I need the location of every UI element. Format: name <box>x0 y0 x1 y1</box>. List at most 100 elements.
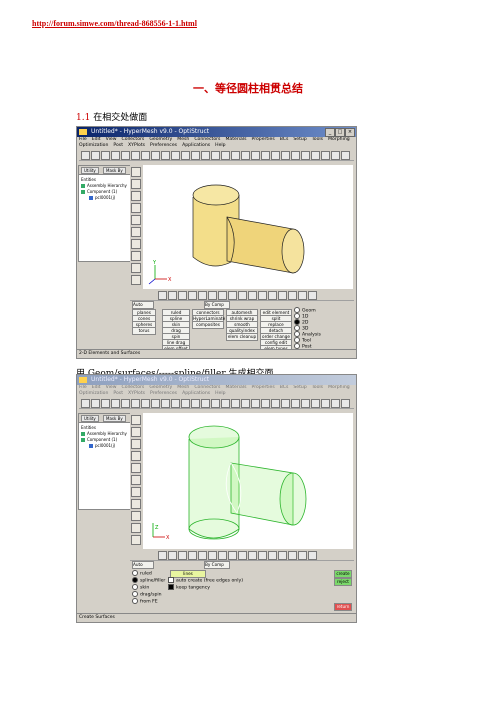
toolbar-button-icon[interactable] <box>218 551 227 560</box>
toolbar-button-icon[interactable] <box>101 151 110 160</box>
toolbar-button-icon[interactable] <box>141 151 150 160</box>
by-comp-dropdown[interactable]: By Comp <box>204 561 230 569</box>
toolbar-button-icon[interactable] <box>101 399 110 408</box>
toolbar-button-icon[interactable] <box>308 291 317 300</box>
toolbar-button-icon[interactable] <box>198 291 207 300</box>
radio[interactable] <box>132 570 138 576</box>
toolbar-button-icon[interactable] <box>228 291 237 300</box>
toolbar-button-icon[interactable] <box>168 551 177 560</box>
toolbar-button-icon[interactable] <box>281 151 290 160</box>
create-button[interactable]: create <box>334 570 352 578</box>
view-icon[interactable] <box>131 251 141 261</box>
menu-item[interactable]: Help <box>215 143 225 148</box>
toolbar-button-icon[interactable] <box>241 151 250 160</box>
view-icon[interactable] <box>131 523 141 533</box>
view-icon[interactable] <box>131 451 141 461</box>
view-icon[interactable] <box>131 215 141 225</box>
toolbar-button-icon[interactable] <box>291 399 300 408</box>
toolbar-button-icon[interactable] <box>161 399 170 408</box>
toolbar-button-icon[interactable] <box>208 551 217 560</box>
source-url[interactable]: http://forum.simwe.com/thread-868556-1-1… <box>32 19 197 28</box>
menu-item[interactable]: File <box>79 137 87 142</box>
menu-item[interactable]: Morphing <box>328 385 350 390</box>
toolbar-button-icon[interactable] <box>311 399 320 408</box>
toolbar-button-icon[interactable] <box>298 551 307 560</box>
view-icon[interactable] <box>131 487 141 497</box>
toolbar-button-icon[interactable] <box>151 399 160 408</box>
toolbar-button-icon[interactable] <box>121 151 130 160</box>
reject-button[interactable]: reject <box>334 578 352 586</box>
toolbar-button-icon[interactable] <box>91 151 100 160</box>
view-icon[interactable] <box>131 275 141 285</box>
toolbar-button-icon[interactable] <box>208 291 217 300</box>
toolbar-button-icon[interactable] <box>171 151 180 160</box>
menu-item[interactable]: Preferences <box>150 143 177 148</box>
close-icon[interactable]: × <box>345 128 355 137</box>
toolbar-button-icon[interactable] <box>261 399 270 408</box>
toolbar-button-icon[interactable] <box>331 399 340 408</box>
menu-item[interactable]: Collectors <box>122 137 145 142</box>
toolbar-button-icon[interactable] <box>81 399 90 408</box>
view-icon[interactable] <box>131 167 141 177</box>
toolbar-button-icon[interactable] <box>211 151 220 160</box>
panel-button-elem-cleanup[interactable]: elem cleanup <box>226 333 258 341</box>
menu-item[interactable]: Collectors <box>122 385 145 390</box>
toolbar-button-icon[interactable] <box>131 151 140 160</box>
view-icon[interactable] <box>131 227 141 237</box>
auto-dropdown[interactable]: Auto <box>132 301 154 309</box>
view-icon[interactable] <box>131 499 141 509</box>
toolbar-button-icon[interactable] <box>158 291 167 300</box>
toolbar-button-icon[interactable] <box>271 399 280 408</box>
toolbar-button-icon[interactable] <box>161 151 170 160</box>
toolbar-button-icon[interactable] <box>278 551 287 560</box>
view-icon[interactable] <box>131 415 141 425</box>
graphics-viewport[interactable]: Z X <box>143 413 353 549</box>
toolbar-button-icon[interactable] <box>91 399 100 408</box>
menu-item[interactable]: XYPlots <box>128 143 145 148</box>
menu-item[interactable]: Tools <box>312 385 323 390</box>
toolbar-button-icon[interactable] <box>301 399 310 408</box>
menu-item[interactable]: XYPlots <box>128 391 145 396</box>
menu-item[interactable]: BCs <box>280 385 289 390</box>
toolbar-button-icon[interactable] <box>238 291 247 300</box>
toolbar-button-icon[interactable] <box>221 399 230 408</box>
toolbar-button-icon[interactable] <box>248 551 257 560</box>
toolbar-button-icon[interactable] <box>158 551 167 560</box>
menu-item[interactable]: Help <box>215 391 225 396</box>
toolbar-button-icon[interactable] <box>181 151 190 160</box>
toolbar-button-icon[interactable] <box>251 399 260 408</box>
menu-item[interactable]: Properties <box>252 137 275 142</box>
menu-item[interactable]: Optimization <box>79 143 108 148</box>
toolbar-button-icon[interactable] <box>181 399 190 408</box>
toolbar-button-icon[interactable] <box>141 399 150 408</box>
toolbar-button-icon[interactable] <box>198 551 207 560</box>
tree-item-part[interactable]: pcl0001(j) <box>81 443 129 449</box>
menu-item[interactable]: BCs <box>280 137 289 142</box>
tab-mask-by[interactable]: Mask By <box>103 167 126 174</box>
toolbar-button-icon[interactable] <box>131 399 140 408</box>
toolbar-button-icon[interactable] <box>191 399 200 408</box>
view-icon[interactable] <box>131 511 141 521</box>
panel-button-composites[interactable]: composites <box>192 321 224 329</box>
toolbar-button-icon[interactable] <box>288 291 297 300</box>
graphics-viewport[interactable]: Y X <box>143 165 353 289</box>
menu-item[interactable]: Setup <box>293 137 306 142</box>
toolbar-button-icon[interactable] <box>341 151 350 160</box>
toolbar-button-icon[interactable] <box>298 291 307 300</box>
view-icon[interactable] <box>131 179 141 189</box>
menu-item[interactable]: Connectors <box>194 137 220 142</box>
toolbar-button-icon[interactable] <box>121 399 130 408</box>
toolbar-button-icon[interactable] <box>201 399 210 408</box>
menu-item[interactable]: Morphing <box>328 137 350 142</box>
toolbar-button-icon[interactable] <box>258 291 267 300</box>
tab-utility[interactable]: Utility <box>81 167 99 174</box>
option-skin[interactable]: skin <box>132 584 149 591</box>
toolbar-button-icon[interactable] <box>211 399 220 408</box>
menu-item[interactable]: Properties <box>252 385 275 390</box>
toolbar-button-icon[interactable] <box>288 551 297 560</box>
menu-item[interactable]: Mesh <box>177 137 189 142</box>
menu-item[interactable]: View <box>106 385 117 390</box>
menu-item[interactable]: Applications <box>182 143 210 148</box>
maximize-icon[interactable]: □ <box>335 128 345 137</box>
toolbar-button-icon[interactable] <box>151 151 160 160</box>
